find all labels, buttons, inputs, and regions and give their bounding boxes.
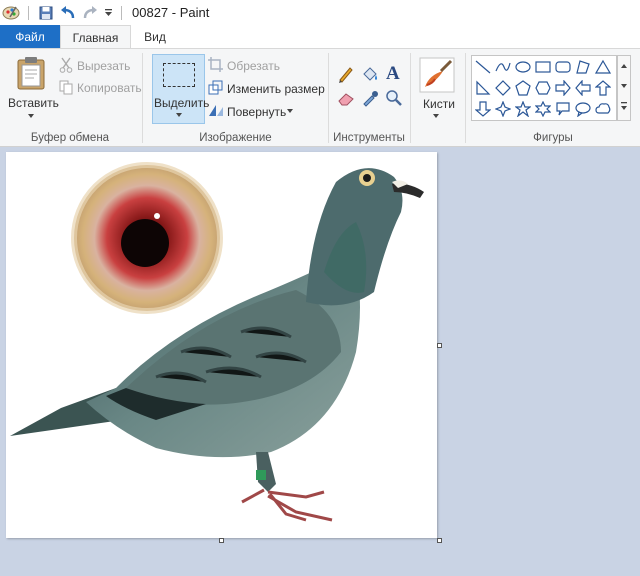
canvas-resize-handle-bottom[interactable] xyxy=(219,538,224,543)
svg-text:A: A xyxy=(386,63,400,82)
tools-group-label: Инструменты xyxy=(333,132,405,144)
brushes-button[interactable]: Кисти xyxy=(423,97,455,111)
color-picker-icon[interactable] xyxy=(361,89,379,110)
image-group-label: Изображение xyxy=(199,132,272,144)
redo-icon[interactable] xyxy=(79,2,101,24)
rotate-icon xyxy=(208,103,224,120)
cut-icon xyxy=(59,57,73,76)
cut-button[interactable]: Вырезать xyxy=(77,59,130,73)
title-bar: 00827 - Paint xyxy=(0,0,640,25)
tab-home[interactable]: Главная xyxy=(60,25,131,49)
canvas-resize-handle-corner[interactable] xyxy=(437,538,442,543)
select-button[interactable]: Выделить xyxy=(152,54,209,124)
canvas-resize-handle-right[interactable] xyxy=(437,343,442,348)
pigeon-image xyxy=(10,162,424,522)
eraser-icon-graphic[interactable] xyxy=(337,89,355,110)
rotate-button[interactable]: Повернуть xyxy=(227,105,286,119)
customize-toolbar-icon[interactable] xyxy=(101,2,115,24)
text-icon[interactable]: A xyxy=(385,62,403,85)
ribbon: Вставить Вырезать Копировать Буфер обмен… xyxy=(0,48,640,147)
resize-button[interactable]: Изменить размер xyxy=(227,82,325,96)
copy-icon xyxy=(59,80,73,98)
select-label: Выделить xyxy=(154,96,210,110)
magnifier-icon[interactable] xyxy=(385,89,403,110)
save-icon[interactable] xyxy=(35,2,57,24)
select-icon xyxy=(163,63,195,87)
copy-button[interactable]: Копировать xyxy=(77,81,142,95)
shapes-group: Фигуры xyxy=(466,49,640,147)
clipboard-group: Вставить Вырезать Копировать Буфер обмен… xyxy=(0,49,142,147)
resize-icon xyxy=(208,80,223,98)
pencil-icon[interactable] xyxy=(337,65,355,86)
crop-icon xyxy=(208,57,223,75)
paste-icon[interactable] xyxy=(16,56,46,93)
ribbon-tabs: Файл Главная Вид xyxy=(0,25,640,49)
paste-button[interactable]: Вставить xyxy=(8,96,59,110)
crop-button[interactable]: Обрезать xyxy=(227,59,280,73)
paint-app-icon[interactable] xyxy=(0,2,22,24)
tab-view[interactable]: Вид xyxy=(137,25,173,48)
fill-icon[interactable] xyxy=(361,65,379,86)
window-title: 00827 - Paint xyxy=(132,5,210,20)
select-dropdown-icon[interactable] xyxy=(176,113,182,117)
shapes-group-label: Фигуры xyxy=(533,132,573,144)
tab-file[interactable]: Файл xyxy=(0,25,60,48)
clipboard-group-label: Буфер обмена xyxy=(30,132,110,144)
rotate-dropdown-icon[interactable] xyxy=(287,109,293,113)
brushes-dropdown-icon[interactable] xyxy=(433,114,439,118)
brushes-icon[interactable] xyxy=(419,57,455,96)
drawing-canvas[interactable] xyxy=(6,152,437,538)
undo-icon[interactable] xyxy=(57,2,79,24)
paste-dropdown-icon[interactable] xyxy=(28,114,34,118)
